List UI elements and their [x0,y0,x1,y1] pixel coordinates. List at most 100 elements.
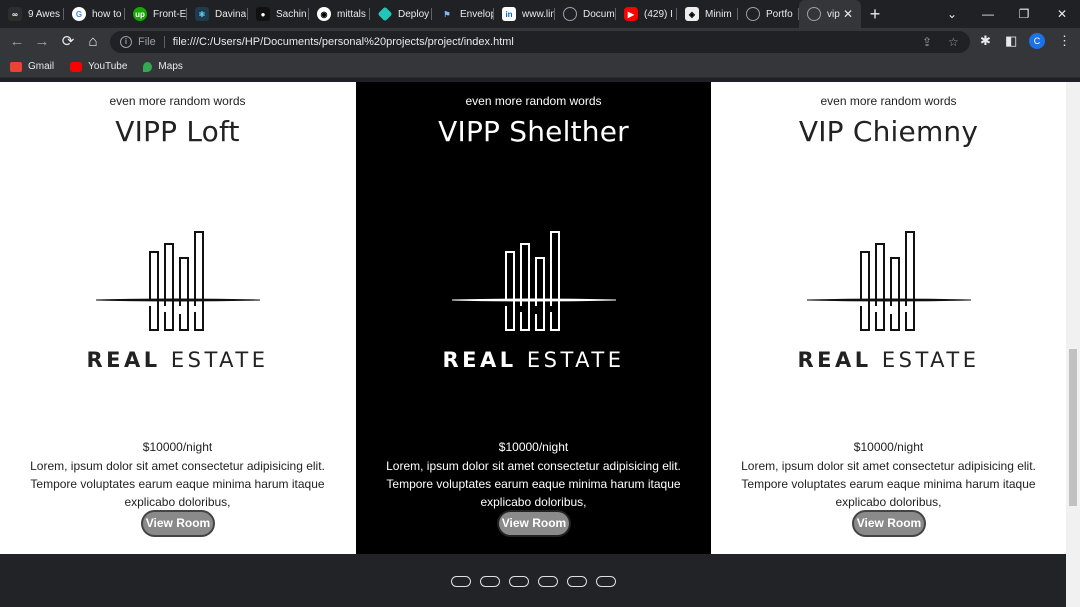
extensions-icon[interactable]: ✱ [980,33,991,49]
tab-portfolio[interactable]: Portfo [738,0,799,28]
forward-button[interactable]: → [33,33,51,51]
tab-front-end[interactable]: up Front-E [125,0,187,28]
tab-label: Portfo [766,8,793,20]
card-price: $10000/night [853,440,924,454]
tab-search-button[interactable]: ⌄ [934,0,970,28]
app-icon: ● [256,7,270,21]
bookmark-youtube[interactable]: YouTube [70,61,127,72]
close-tab-icon[interactable]: ✕ [843,7,853,21]
card-description: Lorem, ipsum dolor sit amet consectetur … [741,459,1036,509]
tab-strip: ∞ 9 Awes Ghow to up Front-E ⚛ Davina ● Sachi… [0,0,1080,28]
close-window-button[interactable]: ✕ [1044,0,1080,28]
logo-wordmark: REAL ESTATE [86,348,269,372]
linkedin-icon: in [502,7,516,21]
react-icon: ⚛ [195,7,209,21]
reload-button[interactable]: ⟳ [59,33,77,51]
github-icon: ◉ [317,7,331,21]
netlify-icon [377,6,393,22]
bookmarks-bar: Gmail YouTube Maps [0,56,1080,78]
carousel-dot[interactable] [451,576,471,587]
carousel-dot[interactable] [596,576,616,587]
upwork-icon: up [133,7,147,21]
card-price: $10000/night [142,440,213,454]
browser-toolbar: ← → ⟳ ⌂ i File file:///C:/Users/HP/Docum… [0,28,1080,56]
tab-label: (429) I [644,8,673,20]
tab-label: 9 Awes [28,8,61,20]
tab-label: Front-E [153,8,187,20]
logo-wordmark: REAL ESTATE [797,348,980,372]
card-eyebrow: even more random words [109,94,246,108]
info-icon[interactable]: i [120,36,132,48]
card-description: Lorem, ipsum dolor sit amet consectetur … [386,459,681,509]
carousel-footer [0,554,1066,607]
tab-document[interactable]: Docum [555,0,616,28]
app-icon: ◈ [685,7,699,21]
new-tab-button[interactable]: + [861,4,889,25]
divider [163,36,165,48]
carousel-dot[interactable] [480,576,500,587]
google-icon: G [72,7,86,21]
room-card-3: even more random words VIP Chiemny REAL … [711,82,1066,554]
youtube-icon [70,61,83,72]
tab-deploy[interactable]: Deploy [370,0,432,28]
tab-sachin[interactable]: ● Sachin [248,0,309,28]
bookmark-star-icon[interactable]: ☆ [948,31,959,53]
tab-davina[interactable]: ⚛ Davina [187,0,248,28]
tab-label: Deploy [398,8,430,20]
tab-envelop[interactable]: ⚑ Envelop [432,0,494,28]
back-button[interactable]: ← [8,33,26,51]
tab-label: Docum [583,8,615,20]
card-eyebrow: even more random words [820,94,957,108]
tab-mittals[interactable]: ◉ mittals [309,0,370,28]
url-text[interactable]: file:///C:/Users/HP/Documents/personal%2… [173,36,514,48]
card-title: VIPP Shelther [438,115,629,148]
profile-avatar[interactable]: C [1029,33,1045,49]
restore-button[interactable]: ❐ [1006,0,1042,28]
scrollbar-thumb[interactable] [1069,349,1077,506]
tab-linkedin[interactable]: in www.lin [494,0,555,28]
tab-vip-active[interactable]: vip ✕ [799,0,861,28]
room-card-2: even more random words VIPP Shelther REA… [356,82,711,554]
address-bar[interactable]: i File file:///C:/Users/HP/Documents/per… [110,31,970,53]
bookmark-gmail[interactable]: Gmail [10,61,54,72]
bookmark-label: Maps [158,61,183,72]
minimize-button[interactable]: — [970,0,1006,28]
card-price: $10000/night [498,440,569,454]
globe-icon [563,7,577,21]
flag-icon: ⚑ [443,9,451,19]
side-panel-icon[interactable]: ◧ [1005,33,1017,49]
tab-label: Envelop [460,8,494,20]
carousel-dots [451,576,616,587]
bookmark-label: Gmail [28,61,55,72]
bookmark-maps[interactable]: Maps [143,61,183,72]
gmail-icon [10,61,22,72]
card-title: VIP Chiemny [798,115,979,148]
page-scrollbar[interactable] [1066,82,1080,607]
carousel-dot[interactable] [567,576,587,587]
view-room-button[interactable]: View Room [852,510,926,537]
home-button[interactable]: ⌂ [84,33,102,51]
tab-label: Sachin [276,8,307,20]
carousel-dot[interactable] [538,576,558,587]
globe-icon [746,7,760,21]
tab-minimal[interactable]: ◈ Minim [677,0,738,28]
room-card-1: even more random words VIPP Loft REAL ES… [0,82,355,554]
tab-label: vip [827,8,840,20]
page-viewport: even more random words VIPP Loft REAL ES… [0,82,1066,607]
share-icon[interactable]: ⇪ [922,31,932,53]
tab-label: Davina [215,8,247,20]
url-scheme: File [138,36,156,48]
menu-icon[interactable]: ⋮ [1058,33,1071,49]
tab-how-to[interactable]: Ghow to [64,0,125,28]
view-room-button[interactable]: View Room [497,510,571,537]
codepen-icon: ∞ [8,7,22,21]
tab-label: mittals [337,8,366,20]
carousel-dot[interactable] [509,576,529,587]
tab-awesome[interactable]: ∞ 9 Awes [0,0,64,28]
tab-label: www.lin [522,8,555,20]
tab-label: how to [92,8,122,20]
tab-youtube[interactable]: ▶ (429) I [616,0,677,28]
tab-label: Minim [705,8,732,20]
card-eyebrow: even more random words [465,94,602,108]
view-room-button[interactable]: View Room [141,510,215,537]
